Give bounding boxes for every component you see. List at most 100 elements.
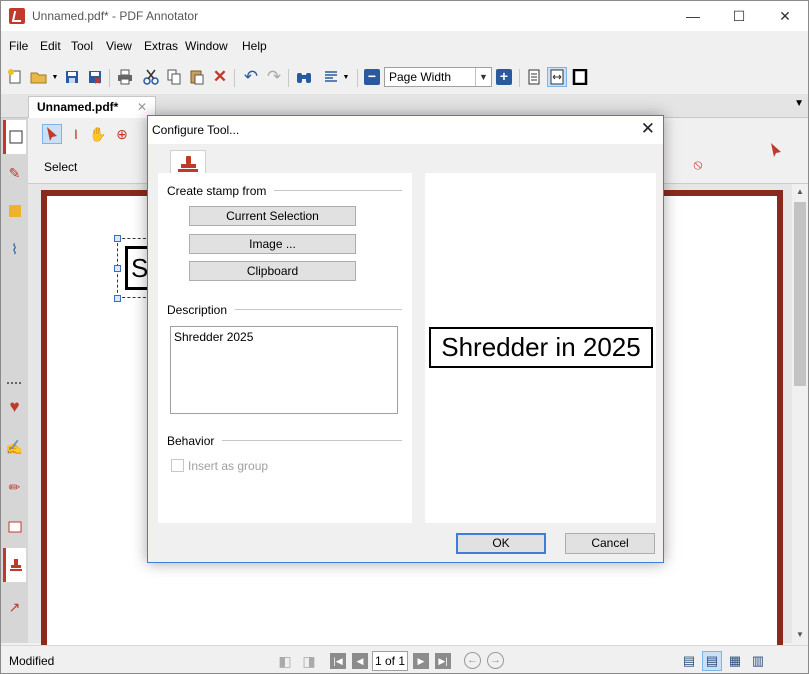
menu-view[interactable]: View: [106, 39, 132, 53]
menu-edit[interactable]: Edit: [40, 39, 61, 53]
full-screen-icon[interactable]: [570, 67, 590, 87]
toolbar-divider: [288, 69, 289, 87]
toolbar-divider: [357, 69, 358, 87]
zoom-in-button[interactable]: +: [496, 69, 512, 85]
open-folder-icon[interactable]: [29, 67, 49, 87]
current-tool-pointer-icon: [766, 140, 786, 160]
open-dropdown-chevron-icon[interactable]: ▼: [51, 67, 59, 87]
tab-label: Unnamed.pdf*: [37, 100, 119, 114]
menu-extras[interactable]: Extras: [144, 39, 178, 53]
close-window-button[interactable]: ✕: [762, 1, 808, 31]
toolbar-divider: [234, 69, 235, 87]
copy-icon[interactable]: [164, 67, 184, 87]
text-box-icon[interactable]: [3, 510, 26, 544]
zoom-out-button[interactable]: −: [364, 69, 380, 85]
marker-icon[interactable]: ✏: [3, 470, 26, 504]
zoom-tool-icon[interactable]: ⊕: [112, 124, 132, 144]
hand-tool-icon[interactable]: ✋: [88, 124, 108, 144]
cut-icon[interactable]: [141, 67, 161, 87]
tab-unnamed-pdf[interactable]: Unnamed.pdf* ✕: [28, 96, 156, 118]
forward-icon[interactable]: →: [487, 652, 504, 669]
resize-handle[interactable]: [114, 295, 121, 302]
note-icon[interactable]: [3, 194, 26, 228]
arrow-tool-icon[interactable]: ↗: [3, 590, 26, 624]
binoculars-find-icon[interactable]: [294, 67, 314, 87]
paste-icon[interactable]: [187, 67, 207, 87]
current-selection-button[interactable]: Current Selection: [189, 206, 356, 226]
ok-button[interactable]: OK: [456, 533, 546, 554]
undo-icon[interactable]: ↶: [241, 67, 261, 87]
fit-width-view-icon[interactable]: [547, 67, 567, 87]
image-button[interactable]: Image ...: [189, 234, 356, 254]
print-icon[interactable]: [115, 67, 135, 87]
eraser-icon[interactable]: ⦸: [688, 154, 708, 174]
tab-list-chevron-icon[interactable]: ▼: [794, 98, 804, 109]
dialog-title-bar[interactable]: Configure Tool... ✕: [148, 116, 663, 144]
menu-tool[interactable]: Tool: [71, 39, 93, 53]
first-page-icon[interactable]: |◀: [330, 653, 346, 669]
scroll-up-icon[interactable]: ▲: [792, 184, 808, 200]
facing-layout-icon[interactable]: ▦: [725, 651, 745, 671]
page-layout-icon[interactable]: [321, 67, 341, 87]
delete-icon[interactable]: ✕: [210, 67, 230, 87]
close-tab-icon[interactable]: ✕: [137, 100, 147, 114]
redo-icon[interactable]: ↷: [264, 67, 284, 87]
dialog-close-icon[interactable]: ✕: [641, 119, 655, 139]
menu-help[interactable]: Help: [242, 39, 267, 53]
toolbar-divider: [519, 69, 520, 87]
select-label: Select: [44, 160, 78, 174]
back-icon[interactable]: ←: [464, 652, 481, 669]
clipboard-button[interactable]: Clipboard: [189, 261, 356, 281]
configure-tool-dialog: Configure Tool... ✕ Create stamp from Cu…: [147, 115, 664, 563]
chevron-down-icon[interactable]: ▼: [475, 68, 491, 86]
stamp-preview-panel: Shredder in 2025: [425, 173, 656, 523]
layout-dropdown-chevron-icon[interactable]: ▼: [342, 67, 350, 87]
dialog-title: Configure Tool...: [152, 123, 240, 137]
title-bar: Unnamed.pdf* - PDF Annotator — ☐ ✕: [1, 1, 808, 31]
insert-as-group-checkbox[interactable]: [171, 459, 184, 472]
save-icon[interactable]: [62, 67, 82, 87]
description-textarea[interactable]: Shredder 2025: [170, 326, 398, 414]
new-document-icon[interactable]: [5, 67, 25, 87]
status-bar: Modified ◧ ◨ |◀ ◀ 1 of 1 ▶ ▶| ← → ▤ ▤ ▦ …: [1, 645, 808, 673]
scroll-down-icon[interactable]: ▼: [792, 627, 808, 643]
highlighter-icon[interactable]: ✍: [3, 430, 26, 464]
minimize-button[interactable]: —: [670, 1, 716, 31]
resize-handle[interactable]: [114, 265, 121, 272]
heart-icon[interactable]: ♥: [3, 390, 26, 424]
rail-tab-select[interactable]: [3, 120, 26, 154]
stamp-tab-icon: [178, 155, 198, 172]
rail-splitter[interactable]: [7, 382, 21, 384]
next-document-icon[interactable]: ◨: [299, 651, 319, 671]
maximize-button[interactable]: ☐: [716, 1, 762, 31]
zoom-select[interactable]: Page Width ▼: [384, 67, 492, 87]
pen-icon[interactable]: ✎: [3, 156, 26, 190]
text-select-tool-icon[interactable]: I: [66, 124, 86, 144]
single-page-view-icon[interactable]: [524, 67, 544, 87]
pointer-tool-icon[interactable]: [42, 124, 62, 144]
menu-window[interactable]: Window: [185, 39, 228, 53]
facing-continuous-layout-icon[interactable]: ▥: [748, 651, 768, 671]
next-page-icon[interactable]: ▶: [413, 653, 429, 669]
window-title: Unnamed.pdf* - PDF Annotator: [32, 9, 199, 23]
page-indicator[interactable]: 1 of 1: [372, 651, 408, 671]
vertical-scrollbar[interactable]: ▲ ▼: [792, 184, 808, 643]
toolbar-divider: [109, 69, 110, 87]
stamp-preview: Shredder in 2025: [429, 327, 653, 368]
last-page-icon[interactable]: ▶|: [435, 653, 451, 669]
resize-handle[interactable]: [114, 235, 121, 242]
paperclip-icon[interactable]: ⌇: [3, 232, 26, 266]
stamp-icon[interactable]: [3, 548, 26, 582]
cancel-button[interactable]: Cancel: [565, 533, 655, 554]
app-logo-icon: [9, 8, 25, 24]
single-page-layout-icon[interactable]: ▤: [679, 651, 699, 671]
save-as-icon[interactable]: [85, 67, 105, 87]
prev-page-icon[interactable]: ◀: [352, 653, 368, 669]
continuous-layout-icon[interactable]: ▤: [702, 651, 722, 671]
menu-file[interactable]: File: [9, 39, 28, 53]
app-window: Unnamed.pdf* - PDF Annotator — ☐ ✕ File …: [0, 0, 809, 674]
tool-category-rail: ✎ ⌇ ♥ ✍ ✏ ↗: [1, 118, 28, 643]
behavior-label: Behavior: [167, 434, 223, 448]
prev-document-icon[interactable]: ◧: [275, 651, 295, 671]
scroll-thumb[interactable]: [794, 202, 806, 386]
